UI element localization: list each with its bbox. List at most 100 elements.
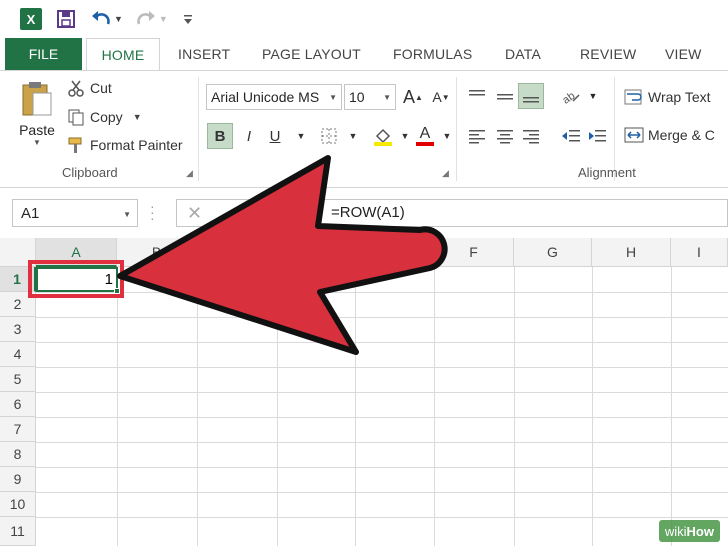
row-header-7[interactable]: 7 xyxy=(0,417,36,442)
column-header-g[interactable]: G xyxy=(514,238,592,267)
tab-file[interactable]: FILE xyxy=(5,38,82,70)
name-box[interactable]: A1 ▼ xyxy=(12,199,138,227)
align-middle-button[interactable] xyxy=(492,83,518,109)
column-header-f[interactable]: F xyxy=(434,238,514,267)
align-bottom-button[interactable] xyxy=(518,83,544,109)
tab-formulas[interactable]: FORMULAS xyxy=(393,38,472,70)
format-painter-button[interactable]: Format Painter xyxy=(66,134,183,156)
redo-dropdown-icon[interactable]: ▼ xyxy=(159,14,168,24)
tab-home[interactable]: HOME xyxy=(86,38,160,71)
save-icon xyxy=(57,10,75,28)
column-header-d[interactable]: D xyxy=(277,238,355,267)
merge-center-button[interactable]: Merge & C xyxy=(624,123,715,147)
paste-dropdown-icon[interactable]: ▼ xyxy=(14,138,60,147)
quick-access-toolbar: X ▼ ▼ xyxy=(0,0,728,38)
group-separator xyxy=(456,77,457,181)
increase-indent-button[interactable] xyxy=(584,123,610,149)
align-right-button[interactable] xyxy=(518,123,544,149)
copy-dropdown-icon[interactable]: ▼ xyxy=(133,112,142,122)
column-gridline xyxy=(592,267,593,546)
underline-button[interactable]: U xyxy=(262,123,288,149)
spreadsheet-grid: A B C D E F G H I 1 2 3 4 5 6 7 8 9 10 1… xyxy=(0,238,728,546)
align-middle-icon xyxy=(497,94,513,100)
column-gridline xyxy=(434,267,435,546)
align-top-button[interactable] xyxy=(464,83,490,109)
column-gridline xyxy=(117,267,118,546)
undo-icon xyxy=(92,11,110,25)
row-header-9[interactable]: 9 xyxy=(0,467,36,492)
cancel-icon[interactable]: ✕ xyxy=(187,203,202,224)
align-center-button[interactable] xyxy=(492,123,518,149)
column-header-i[interactable]: I xyxy=(671,238,728,267)
font-name-select[interactable]: Arial Unicode MS ▼ xyxy=(206,84,342,110)
tab-view[interactable]: VIEW xyxy=(665,38,702,70)
formula-bar: A1 ▼ · · · ✕ =ROW(A1) xyxy=(0,188,728,238)
redo-icon xyxy=(137,11,155,25)
column-header-b[interactable]: B xyxy=(117,238,197,267)
watermark-prefix: wiki xyxy=(664,523,687,539)
cut-button[interactable]: Cut xyxy=(66,77,112,99)
row-gridline xyxy=(36,367,728,368)
copy-button[interactable]: Copy ▼ xyxy=(66,106,142,128)
tab-data[interactable]: DATA xyxy=(505,38,541,70)
font-size-select[interactable]: 10 ▼ xyxy=(344,84,396,110)
customize-qat-button[interactable] xyxy=(182,4,194,34)
row-gridline xyxy=(36,467,728,468)
formula-text: =ROW(A1) xyxy=(331,204,405,221)
shrink-font-button[interactable]: A ▼ xyxy=(428,84,454,110)
merge-center-icon xyxy=(624,127,644,143)
column-header-e[interactable]: E xyxy=(355,238,434,267)
italic-button[interactable]: I xyxy=(236,123,262,149)
column-gridline xyxy=(355,267,356,546)
redo-button[interactable]: ▼ xyxy=(135,4,168,34)
text-orientation-icon: ab xyxy=(561,90,580,105)
row-header-8[interactable]: 8 xyxy=(0,442,36,467)
group-separator xyxy=(198,77,199,181)
undo-button[interactable]: ▼ xyxy=(90,4,123,34)
ribbon-tabs: FILE HOME INSERT PAGE LAYOUT FORMULAS DA… xyxy=(0,38,728,71)
clipboard-launcher-icon[interactable]: ◢ xyxy=(186,168,193,179)
column-header-c[interactable]: C xyxy=(197,238,277,267)
row-header-11[interactable]: 11 xyxy=(0,517,36,546)
row-header-6[interactable]: 6 xyxy=(0,392,36,417)
formula-input[interactable]: ✕ =ROW(A1) xyxy=(176,199,728,227)
highlight-box xyxy=(28,260,124,298)
font-color-icon: A xyxy=(419,125,431,142)
align-left-button[interactable] xyxy=(464,123,490,149)
watermark-suffix: How xyxy=(686,523,714,539)
column-gridline xyxy=(514,267,515,546)
bold-button[interactable]: B xyxy=(207,123,233,149)
row-header-5[interactable]: 5 xyxy=(0,367,36,392)
row-gridline xyxy=(36,292,728,293)
font-launcher-icon[interactable]: ◢ xyxy=(442,168,449,179)
underline-dropdown-icon[interactable]: ▼ xyxy=(288,123,314,149)
paste-button[interactable]: Paste ▼ xyxy=(14,79,60,147)
tab-page-layout[interactable]: PAGE LAYOUT xyxy=(262,38,361,70)
chevron-down-icon: ▼ xyxy=(329,93,337,102)
undo-dropdown-icon[interactable]: ▼ xyxy=(114,14,123,24)
tab-insert[interactable]: INSERT xyxy=(178,38,230,70)
formula-bar-grip-icon[interactable]: · · · xyxy=(150,199,155,225)
grow-font-button[interactable]: A ▲ xyxy=(400,84,426,110)
decrease-indent-button[interactable] xyxy=(558,123,584,149)
row-gridline xyxy=(36,317,728,318)
row-header-4[interactable]: 4 xyxy=(0,342,36,367)
row-header-10[interactable]: 10 xyxy=(0,492,36,517)
align-left-icon xyxy=(469,130,485,144)
tab-review[interactable]: REVIEW xyxy=(580,38,636,70)
align-center-icon xyxy=(497,130,513,144)
row-gridline xyxy=(36,492,728,493)
row-header-3[interactable]: 3 xyxy=(0,317,36,342)
column-header-h[interactable]: H xyxy=(592,238,671,267)
borders-icon xyxy=(321,128,337,144)
scissors-icon xyxy=(66,79,86,97)
align-right-icon xyxy=(523,130,539,144)
wrap-text-button[interactable]: Wrap Text xyxy=(624,85,711,109)
borders-button[interactable] xyxy=(316,123,342,149)
align-bottom-icon xyxy=(523,97,539,103)
orientation-dropdown-icon[interactable]: ▼ xyxy=(580,83,606,109)
chevron-down-icon: ▼ xyxy=(383,93,391,102)
ribbon-home: Paste ▼ Cut Copy ▼ Format Painter Clipbo… xyxy=(0,70,728,188)
borders-dropdown-icon[interactable]: ▼ xyxy=(340,123,366,149)
save-button[interactable] xyxy=(56,4,76,34)
